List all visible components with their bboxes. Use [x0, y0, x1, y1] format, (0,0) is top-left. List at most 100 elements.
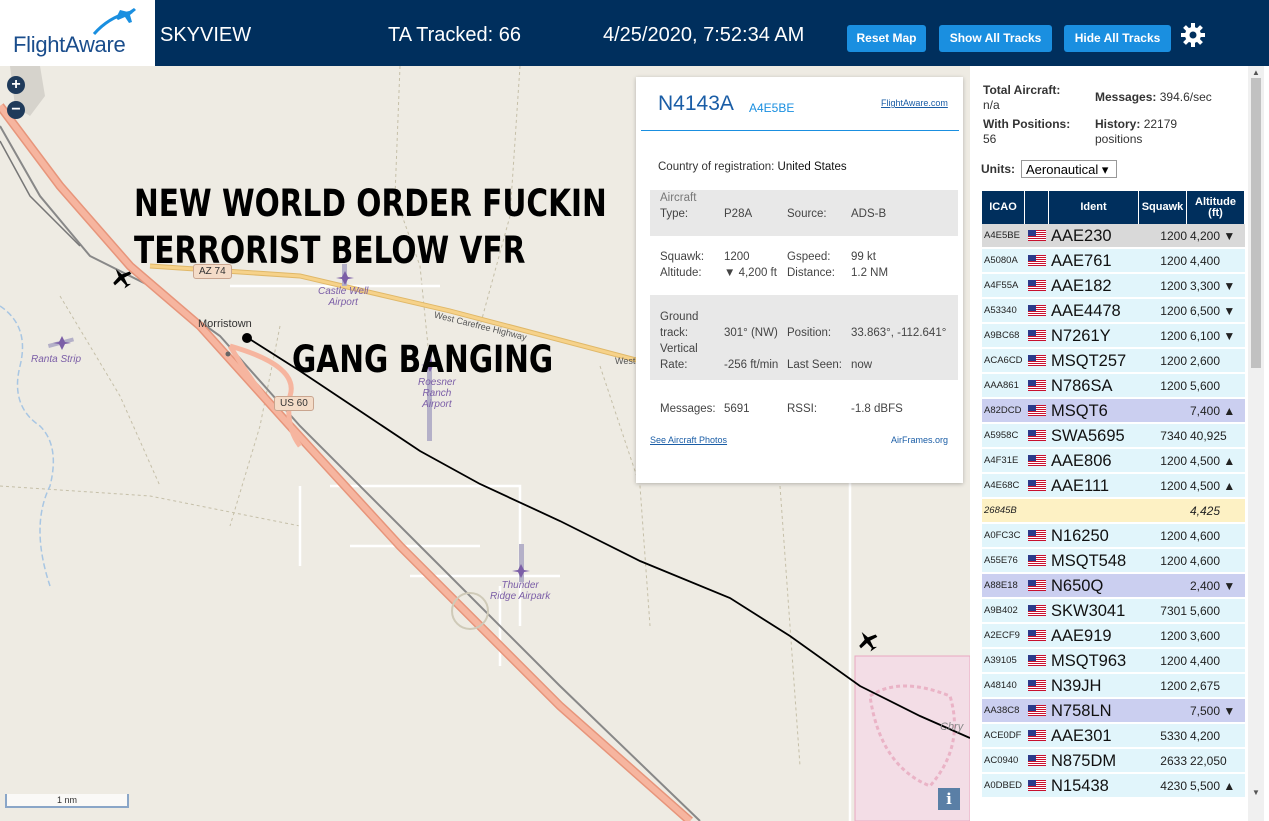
row-icao: A0DBED	[984, 780, 1023, 791]
logo-text: FlightAware	[13, 32, 126, 57]
rssi-value: -1.8 dBFS	[851, 403, 903, 415]
overlay-text-line-1: NEW WORLD ORDER FUCKIN	[134, 182, 607, 225]
table-row[interactable]: A4E5BE AAE230 1200 4,200 ▼	[982, 224, 1245, 248]
row-squawk: 1200	[1160, 554, 1187, 568]
row-altitude: 4,200	[1190, 729, 1221, 743]
table-row[interactable]: AA38C8 N758LN 7,500 ▼	[982, 699, 1245, 723]
table-row[interactable]: A0FC3C N16250 1200 4,600	[982, 524, 1245, 548]
row-icao: A53340	[984, 305, 1017, 316]
rate-label: Rate:	[660, 359, 688, 371]
flag-icon	[1028, 480, 1046, 491]
type-value: P28A	[724, 208, 753, 220]
row-altitude: 3,600	[1190, 629, 1221, 643]
table-row[interactable]: A5958C SWA5695 7340 40,925	[982, 424, 1245, 448]
row-icao: A5080A	[984, 255, 1018, 266]
position-label: Position:	[787, 327, 832, 339]
row-icao: A4F31E	[984, 455, 1019, 466]
row-altitude: 2,600	[1190, 354, 1221, 368]
row-squawk: 1200	[1160, 354, 1187, 368]
town-label-morristown: Morristown	[198, 318, 252, 330]
table-row[interactable]: A48140 N39JH 1200 2,675	[982, 674, 1245, 698]
river	[0, 305, 55, 587]
table-row[interactable]: ACA6CD MSQT257 1200 2,600	[982, 349, 1245, 373]
table-row[interactable]: A55E76 MSQT548 1200 4,600	[982, 549, 1245, 573]
row-squawk: 1200	[1160, 529, 1187, 543]
table-row[interactable]: AC0940 N875DM 2633 22,050	[982, 749, 1245, 773]
aircraft-sidebar: Total Aircraft: n/a Messages: 394.6/sec …	[970, 66, 1269, 821]
col-flag[interactable]	[1025, 191, 1049, 224]
reset-map-button[interactable]: Reset Map	[847, 25, 926, 52]
scroll-up-icon[interactable]: ▲	[1252, 68, 1260, 77]
row-altitude: 4,200 ▼	[1190, 229, 1236, 243]
row-altitude: 4,400	[1190, 654, 1221, 668]
table-row[interactable]: A82DCD MSQT6 7,400 ▲	[982, 399, 1245, 423]
shield-us60: US 60	[274, 396, 314, 411]
table-row[interactable]: A4E68C AAE111 1200 4,500 ▲	[982, 474, 1245, 498]
row-altitude: 2,675	[1190, 679, 1221, 693]
row-icao: AC0940	[984, 755, 1019, 766]
table-row[interactable]: A2ECF9 AAE919 1200 3,600	[982, 624, 1245, 648]
zoom-in-button[interactable]: +	[7, 76, 25, 94]
table-row[interactable]: 26845B 4,425	[982, 499, 1245, 523]
row-icao: AAA861	[984, 380, 1019, 391]
table-row[interactable]: A53340 AAE4478 1200 6,500 ▼	[982, 299, 1245, 323]
table-header: ICAO Ident Squawk Altitude (ft)	[982, 191, 1245, 224]
show-all-tracks-button[interactable]: Show All Tracks	[939, 25, 1052, 52]
row-icao: A2ECF9	[984, 630, 1020, 641]
table-row[interactable]: A0DBED N15438 4230 5,500 ▲	[982, 774, 1245, 798]
col-squawk[interactable]: Squawk	[1139, 191, 1187, 224]
row-altitude: 7,500 ▼	[1190, 704, 1236, 718]
airframes-link[interactable]: AirFrames.org	[891, 435, 948, 445]
logo[interactable]: FlightAware	[0, 0, 155, 66]
flag-icon	[1028, 405, 1046, 416]
row-icao: A82DCD	[984, 405, 1022, 416]
table-row[interactable]: A9B402 SKW3041 7301 5,600	[982, 599, 1245, 623]
units-select[interactable]: Aeronautical ▾	[1021, 160, 1117, 178]
row-squawk	[1132, 399, 1187, 423]
row-squawk: 1200	[1160, 629, 1187, 643]
table-row[interactable]: A4F55A AAE182 1200 3,300 ▼	[982, 274, 1245, 298]
airport-label-thunder-ridge: Thunder Ridge Airpark	[490, 580, 551, 602]
flightaware-link[interactable]: FlightAware.com	[881, 98, 948, 108]
hide-all-tracks-button[interactable]: Hide All Tracks	[1064, 25, 1171, 52]
table-row[interactable]: A9BC68 N7261Y 1200 6,100 ▼	[982, 324, 1245, 348]
gear-icon[interactable]	[1180, 22, 1206, 48]
popup-registration: N4143A	[658, 92, 734, 115]
row-altitude: 4,600	[1190, 529, 1221, 543]
row-icao: A5958C	[984, 430, 1019, 441]
scroll-down-icon[interactable]: ▼	[1252, 788, 1260, 797]
row-altitude: 5,600	[1190, 604, 1221, 618]
row-squawk: 1200	[1160, 254, 1187, 268]
row-altitude: 4,500 ▲	[1190, 454, 1236, 468]
flag-icon	[1028, 705, 1046, 716]
scrollbar[interactable]: ▲ ▼	[1248, 66, 1264, 821]
row-icao: ACE0DF	[984, 730, 1022, 741]
flag-icon	[1028, 605, 1046, 616]
altitude-value: ▼ 4,200 ft	[724, 267, 777, 279]
zoom-out-button[interactable]: −	[7, 101, 25, 119]
row-altitude: 5,500 ▲	[1190, 779, 1236, 793]
row-icao: A9BC68	[984, 330, 1020, 341]
scroll-thumb[interactable]	[1251, 78, 1261, 368]
messages-stat-label: Messages:	[1095, 90, 1157, 104]
row-altitude: 4,425	[1190, 504, 1221, 518]
info-icon[interactable]: i	[938, 788, 960, 810]
row-squawk: 2633	[1160, 754, 1187, 768]
table-row[interactable]: A39105 MSQT963 1200 4,400	[982, 649, 1245, 673]
col-icao[interactable]: ICAO	[982, 191, 1025, 224]
table-row[interactable]: A5080A AAE761 1200 4,400	[982, 249, 1245, 273]
road-label-west: West	[615, 356, 636, 366]
table-row[interactable]: AAA861 N786SA 1200 5,600	[982, 374, 1245, 398]
flag-icon	[1028, 630, 1046, 641]
flag-icon	[1028, 380, 1046, 391]
table-row[interactable]: ACE0DF AAE301 5330 4,200	[982, 724, 1245, 748]
flag-icon	[1028, 555, 1046, 566]
table-row[interactable]: A4F31E AAE806 1200 4,500 ▲	[982, 449, 1245, 473]
col-ident[interactable]: Ident	[1049, 191, 1139, 224]
col-altitude[interactable]: Altitude (ft)	[1187, 191, 1245, 224]
table-row[interactable]: A88E18 N650Q 2,400 ▼	[982, 574, 1245, 598]
flag-icon	[1028, 430, 1046, 441]
row-altitude: 6,500 ▼	[1190, 304, 1236, 318]
aircraft-photos-link[interactable]: See Aircraft Photos	[650, 435, 727, 445]
popup-divider	[641, 130, 959, 131]
